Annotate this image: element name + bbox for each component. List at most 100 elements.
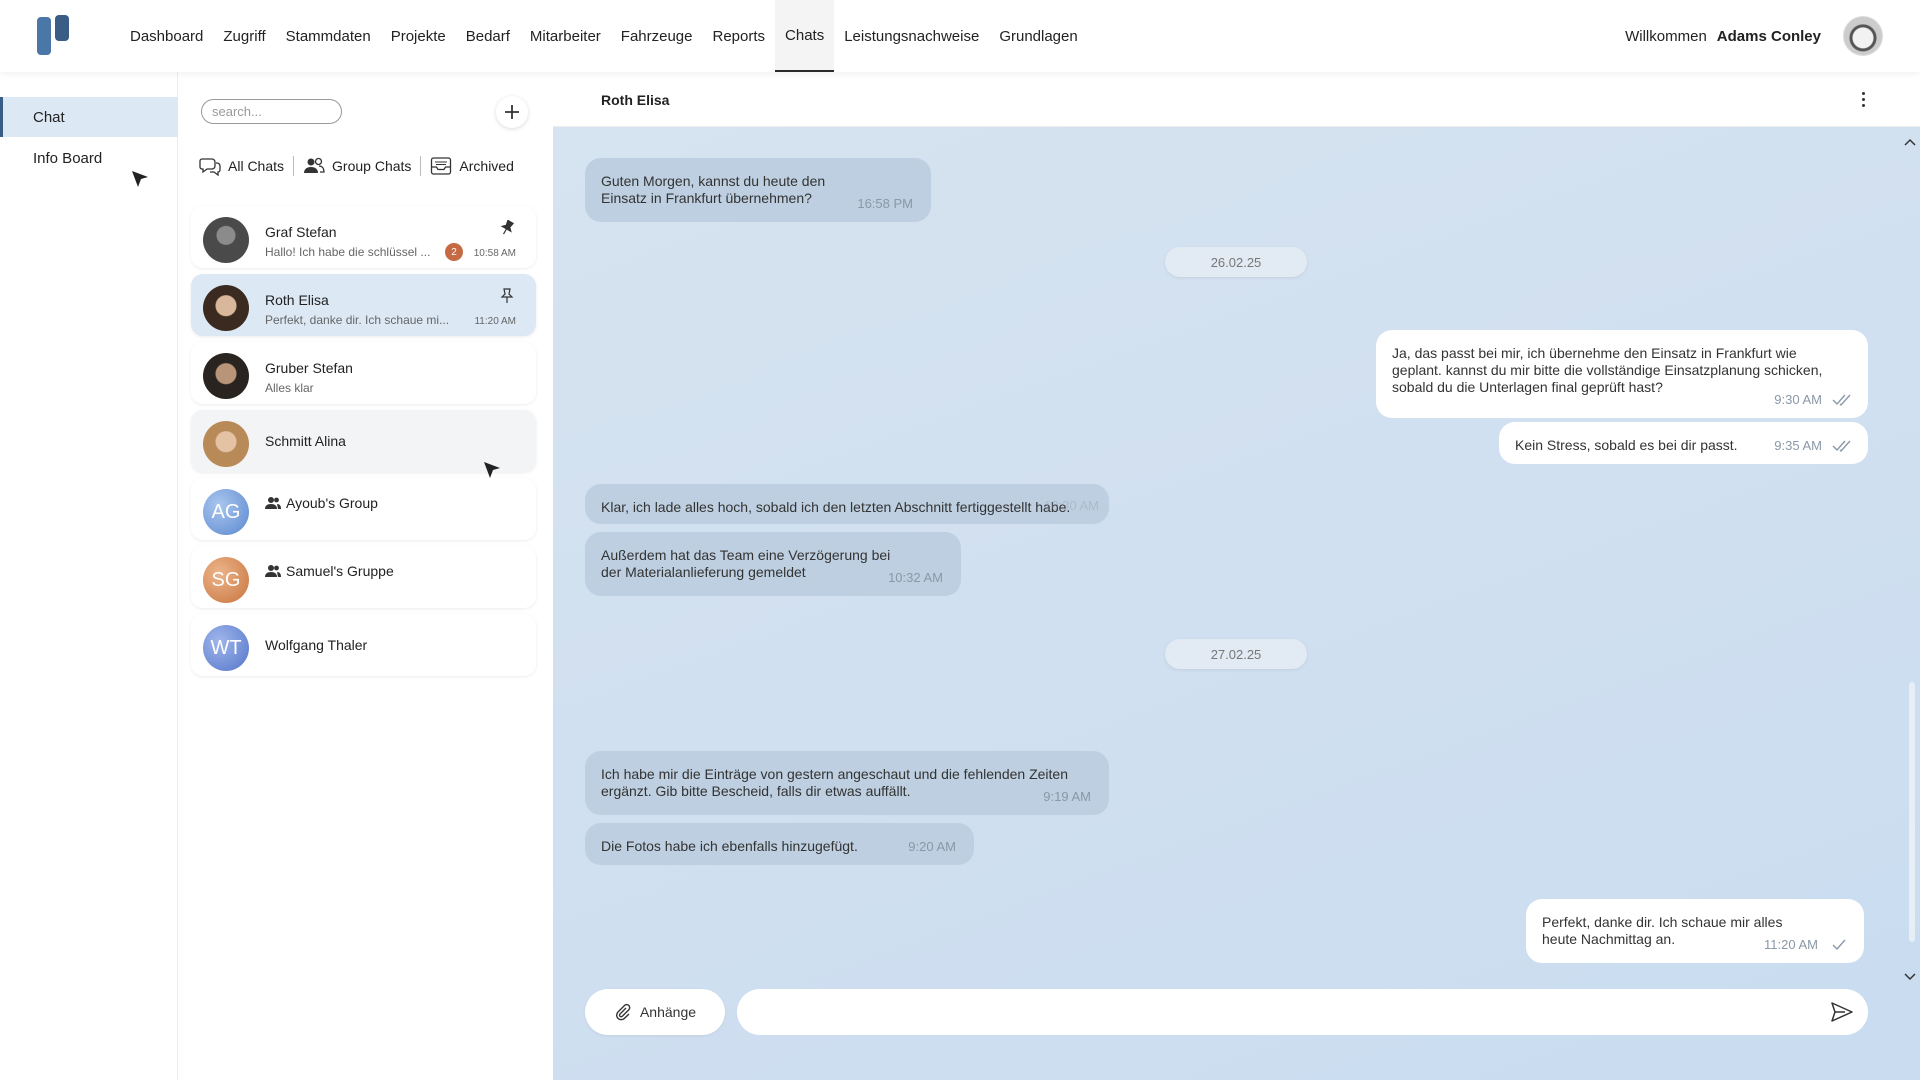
chat-filters: All Chats Group Chats Archived — [199, 156, 523, 176]
mouse-cursor-icon — [132, 171, 148, 187]
avatar — [203, 421, 249, 467]
message-time: 10:32 AM — [888, 570, 943, 585]
welcome-label: Willkommen — [1625, 27, 1707, 45]
attachments-button[interactable]: Anhänge — [585, 989, 725, 1035]
nav-mitarbeiter[interactable]: Mitarbeiter — [520, 0, 611, 72]
message-area[interactable]: Guten Morgen, kannst du heute den Einsat… — [553, 127, 1920, 1080]
sidebar-item-info-board[interactable]: Info Board — [0, 138, 178, 178]
message-time: 10:30 AM — [1044, 498, 1099, 513]
filter-label: All Chats — [228, 158, 285, 174]
chat-name: Roth Elisa — [265, 292, 329, 308]
plus-icon — [505, 105, 519, 119]
attachments-label: Anhänge — [639, 1004, 697, 1020]
avatar-initials: WT — [210, 636, 242, 659]
sidebar: Chat Info Board — [0, 72, 178, 1080]
avatar: AG — [203, 489, 249, 535]
message-time: 11:20 AM — [1764, 937, 1818, 952]
message-text: Guten Morgen, kannst du heute den Einsat… — [601, 173, 826, 206]
avatar — [203, 285, 249, 331]
filter-label: Archived — [459, 158, 514, 174]
nav-projekte[interactable]: Projekte — [381, 0, 456, 72]
chat-bubbles-icon — [199, 158, 221, 176]
avatar: WT — [203, 625, 249, 671]
outgoing-message: Kein Stress, sobald es bei dir passt. 9:… — [1499, 422, 1868, 464]
nav-chats[interactable]: Chats — [775, 0, 835, 72]
message-time: 9:30 AM — [1774, 392, 1822, 407]
message-time: 9:19 AM — [1043, 789, 1091, 804]
nav-fahrzeuge[interactable]: Fahrzeuge — [611, 0, 703, 72]
incoming-message: Guten Morgen, kannst du heute den Einsat… — [585, 158, 931, 222]
welcome-text: Willkommen Adams Conley — [1625, 0, 1821, 72]
filter-label: Group Chats — [332, 158, 412, 174]
avatar-initials: AG — [211, 500, 241, 523]
user-avatar[interactable] — [1843, 16, 1883, 56]
message-input[interactable] — [737, 989, 1868, 1035]
chat-time: 11:20 AM — [474, 316, 516, 327]
message-text: Die Fotos habe ich ebenfalls hinzugefügt… — [601, 838, 858, 854]
main-nav: Dashboard Zugriff Stammdaten Projekte Be… — [120, 0, 1088, 72]
chat-name: Wolfgang Thaler — [265, 637, 368, 653]
incoming-message: Die Fotos habe ich ebenfalls hinzugefügt… — [585, 823, 974, 865]
message-time: 9:35 AM — [1774, 438, 1822, 453]
scrollbar[interactable] — [1909, 682, 1915, 942]
new-chat-button[interactable] — [496, 96, 528, 128]
nav-leistungsnachweise[interactable]: Leistungsnachweise — [834, 0, 989, 72]
avatar — [203, 353, 249, 399]
chat-name-text: Ayoub's Group — [286, 495, 378, 511]
search-input[interactable] — [201, 99, 342, 124]
double-check-icon — [1832, 394, 1851, 407]
nav-zugriff[interactable]: Zugriff — [213, 0, 275, 72]
app-logo[interactable] — [37, 15, 73, 57]
chat-name: Gruber Stefan — [265, 360, 353, 376]
pin-icon[interactable] — [500, 220, 514, 236]
incoming-message: Klar, ich lade alles hoch, sobald ich de… — [585, 484, 1109, 524]
filter-group-chats[interactable]: Group Chats — [294, 156, 420, 176]
incoming-message: Ich habe mir die Einträge von gestern an… — [585, 751, 1109, 815]
pin-icon[interactable] — [500, 288, 514, 304]
nav-stammdaten[interactable]: Stammdaten — [276, 0, 381, 72]
nav-dashboard[interactable]: Dashboard — [120, 0, 213, 72]
chat-list-item[interactable]: Graf Stefan Hallo! Ich habe die schlüsse… — [191, 206, 536, 268]
sidebar-item-label: Info Board — [33, 149, 103, 167]
conversation-header: Roth Elisa — [553, 72, 1920, 127]
nav-grundlagen[interactable]: Grundlagen — [989, 0, 1087, 72]
double-check-icon — [1832, 440, 1851, 453]
send-icon[interactable] — [1829, 999, 1855, 1025]
chat-name: Samuel's Gruppe — [265, 563, 394, 579]
chevron-down-icon[interactable] — [1900, 962, 1920, 992]
chat-preview: Hallo! Ich habe die schlüssel ... — [265, 245, 431, 259]
chat-list-item[interactable]: WT Wolfgang Thaler — [191, 614, 536, 676]
check-icon — [1832, 939, 1846, 951]
chat-name-text: Samuel's Gruppe — [286, 563, 394, 579]
incoming-message: Außerdem hat das Team eine Verzögerung b… — [585, 532, 961, 596]
unread-badge: 2 — [445, 243, 463, 261]
chevron-up-icon[interactable] — [1900, 127, 1920, 157]
mouse-cursor-icon — [484, 462, 500, 478]
chat-list-panel: All Chats Group Chats Archived Graf Stef… — [179, 72, 553, 1080]
conversation-title: Roth Elisa — [601, 92, 670, 108]
nav-reports[interactable]: Reports — [703, 0, 776, 72]
avatar-initials: SG — [211, 568, 241, 591]
group-icon — [265, 565, 281, 577]
paperclip-icon — [615, 1003, 631, 1021]
avatar: SG — [203, 557, 249, 603]
chat-list-item[interactable]: AG Ayoub's Group — [191, 478, 536, 540]
date-separator: 26.02.25 — [1165, 247, 1307, 277]
chat-name: Graf Stefan — [265, 224, 337, 240]
message-text: Klar, ich lade alles hoch, sobald ich de… — [601, 499, 1071, 515]
chat-list-item[interactable]: Roth Elisa Perfekt, danke dir. Ich schau… — [191, 274, 536, 336]
chat-name: Ayoub's Group — [265, 495, 378, 511]
outgoing-message: Ja, das passt bei mir, ich übernehme den… — [1376, 330, 1868, 418]
date-separator: 27.02.25 — [1165, 639, 1307, 669]
chat-preview: Alles klar — [265, 381, 314, 395]
filter-all-chats[interactable]: All Chats — [199, 156, 293, 176]
chat-list-item[interactable]: Gruber Stefan Alles klar — [191, 342, 536, 404]
message-text: Außerdem hat das Team eine Verzögerung b… — [601, 547, 891, 580]
message-time: 16:58 PM — [857, 196, 913, 211]
nav-bedarf[interactable]: Bedarf — [456, 0, 520, 72]
chat-list-item[interactable]: SG Samuel's Gruppe — [191, 546, 536, 608]
sidebar-item-chat[interactable]: Chat — [0, 97, 178, 137]
top-navigation-bar: Dashboard Zugriff Stammdaten Projekte Be… — [0, 0, 1920, 72]
kebab-icon[interactable] — [1853, 89, 1873, 109]
filter-archived[interactable]: Archived — [421, 156, 522, 176]
